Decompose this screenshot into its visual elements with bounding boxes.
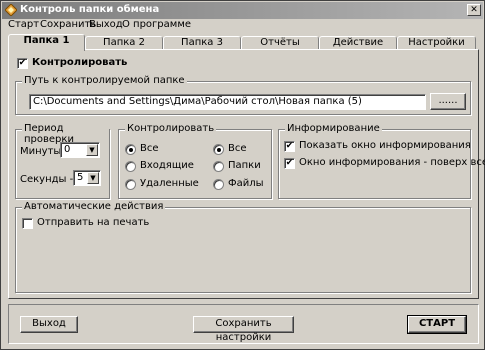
seconds-value: 5 bbox=[77, 172, 84, 183]
seconds-dropdown-button[interactable]: ▼ bbox=[87, 172, 99, 184]
save-settings-button[interactable]: Сохранить настройки bbox=[193, 316, 294, 343]
menu-item-about[interactable]: О программе bbox=[122, 19, 191, 30]
radio-incoming-label: Входящие bbox=[140, 160, 194, 171]
radio-all-objects[interactable] bbox=[213, 144, 224, 155]
check-icon: ✔ bbox=[285, 141, 294, 151]
radio-deleted[interactable] bbox=[125, 179, 136, 190]
tab-folder-1[interactable]: Папка 1 bbox=[8, 34, 85, 51]
path-group-label: Путь к контролируемой папке bbox=[22, 75, 187, 86]
title-bar[interactable]: Контроль папки обмена ✕ bbox=[2, 2, 483, 19]
radio-files-label: Файлы bbox=[228, 178, 264, 189]
bottom-bar: Выход Сохранить настройки СТАРТ bbox=[8, 304, 479, 344]
browse-button[interactable]: ...... bbox=[430, 93, 466, 110]
tab-strip: Папка 1 Папка 2 Папка 3 Отчёты Действие … bbox=[8, 34, 476, 51]
check-period-group: Период проверки Минуты - 0 ▼ Секунды - 5… bbox=[15, 123, 110, 199]
controlled-label: Контролировать bbox=[32, 57, 128, 68]
print-label: Отправить на печать bbox=[37, 217, 150, 228]
show-window-label: Показать окно информирования bbox=[299, 140, 471, 151]
auto-actions-label: Автоматические действия bbox=[22, 201, 166, 212]
control-type-group: Контролировать Все Входящие Удаленные Вс… bbox=[118, 123, 272, 199]
auto-actions-group: Автоматические действия Отправить на печ… bbox=[15, 201, 471, 293]
print-checkbox[interactable] bbox=[22, 218, 33, 229]
close-button[interactable]: ✕ bbox=[467, 4, 481, 16]
exit-button[interactable]: Выход bbox=[20, 316, 78, 333]
tab-reports[interactable]: Отчёты bbox=[241, 36, 319, 50]
controlled-checkbox[interactable]: ✔ bbox=[17, 58, 28, 69]
folder-path-input[interactable]: C:\Documents and Settings\Дима\Рабочий с… bbox=[29, 94, 426, 110]
minutes-combobox[interactable]: 0 ▼ bbox=[60, 142, 100, 158]
radio-all-events[interactable] bbox=[125, 144, 136, 155]
tab-folder-2[interactable]: Папка 2 bbox=[85, 36, 163, 50]
tab-panel-folder-1: ✔ Контролировать Путь к контролируемой п… bbox=[8, 49, 485, 299]
inform-group: Информирование ✔ Показать окно информиро… bbox=[278, 123, 485, 199]
menu-item-start[interactable]: Старт bbox=[8, 19, 39, 30]
window-title: Контроль папки обмена bbox=[20, 4, 160, 15]
control-type-label: Контролировать bbox=[125, 123, 217, 134]
chevron-down-icon: ▼ bbox=[89, 146, 95, 154]
check-icon: ✔ bbox=[18, 58, 27, 68]
radio-deleted-label: Удаленные bbox=[140, 178, 199, 189]
radio-folders[interactable] bbox=[213, 161, 224, 172]
menu-bar: Старт Сохранить Выход О программе bbox=[3, 19, 483, 33]
radio-incoming[interactable] bbox=[125, 161, 136, 172]
check-icon: ✔ bbox=[285, 158, 294, 168]
seconds-label: Секунды - bbox=[20, 174, 74, 185]
radio-folders-label: Папки bbox=[228, 160, 261, 171]
tab-folder-3[interactable]: Папка 3 bbox=[163, 36, 241, 50]
start-button[interactable]: СТАРТ bbox=[407, 315, 467, 334]
menu-item-exit[interactable]: Выход bbox=[89, 19, 123, 30]
path-group: Путь к контролируемой папке C:\Documents… bbox=[15, 75, 471, 115]
on-top-checkbox[interactable]: ✔ bbox=[284, 158, 295, 169]
chevron-down-icon: ▼ bbox=[90, 174, 96, 182]
minutes-value: 0 bbox=[64, 144, 71, 155]
app-diamond-icon bbox=[5, 4, 17, 16]
minutes-dropdown-button[interactable]: ▼ bbox=[86, 144, 98, 156]
radio-all-events-label: Все bbox=[140, 143, 159, 154]
seconds-combobox[interactable]: 5 ▼ bbox=[73, 170, 101, 186]
menu-item-save[interactable]: Сохранить bbox=[40, 19, 96, 30]
radio-all-objects-label: Все bbox=[228, 143, 247, 154]
show-window-checkbox[interactable]: ✔ bbox=[284, 141, 295, 152]
on-top-label: Окно информирования - поверх всех bbox=[299, 157, 485, 168]
tab-action[interactable]: Действие bbox=[319, 36, 397, 50]
radio-files[interactable] bbox=[213, 179, 224, 190]
inform-group-label: Информирование bbox=[285, 123, 382, 134]
close-icon: ✕ bbox=[470, 5, 478, 15]
main-window: Контроль папки обмена ✕ Старт Сохранить … bbox=[0, 0, 485, 350]
tab-settings[interactable]: Настройки bbox=[397, 36, 476, 50]
